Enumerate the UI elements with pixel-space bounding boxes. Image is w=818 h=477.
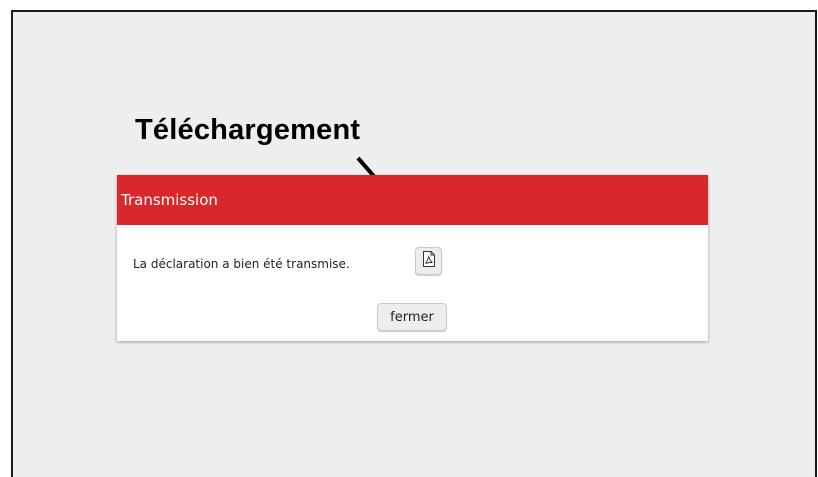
transmission-dialog: Transmission La déclaration a bien été t…: [117, 175, 708, 341]
download-pdf-button[interactable]: [415, 247, 442, 275]
dialog-header: Transmission: [117, 175, 708, 225]
download-callout-label: Téléchargement: [135, 114, 361, 146]
dialog-title: Transmission: [121, 191, 218, 209]
confirmation-message: La déclaration a bien été transmise.: [133, 257, 350, 271]
close-button[interactable]: fermer: [377, 303, 447, 331]
pdf-document-icon: [422, 250, 436, 272]
